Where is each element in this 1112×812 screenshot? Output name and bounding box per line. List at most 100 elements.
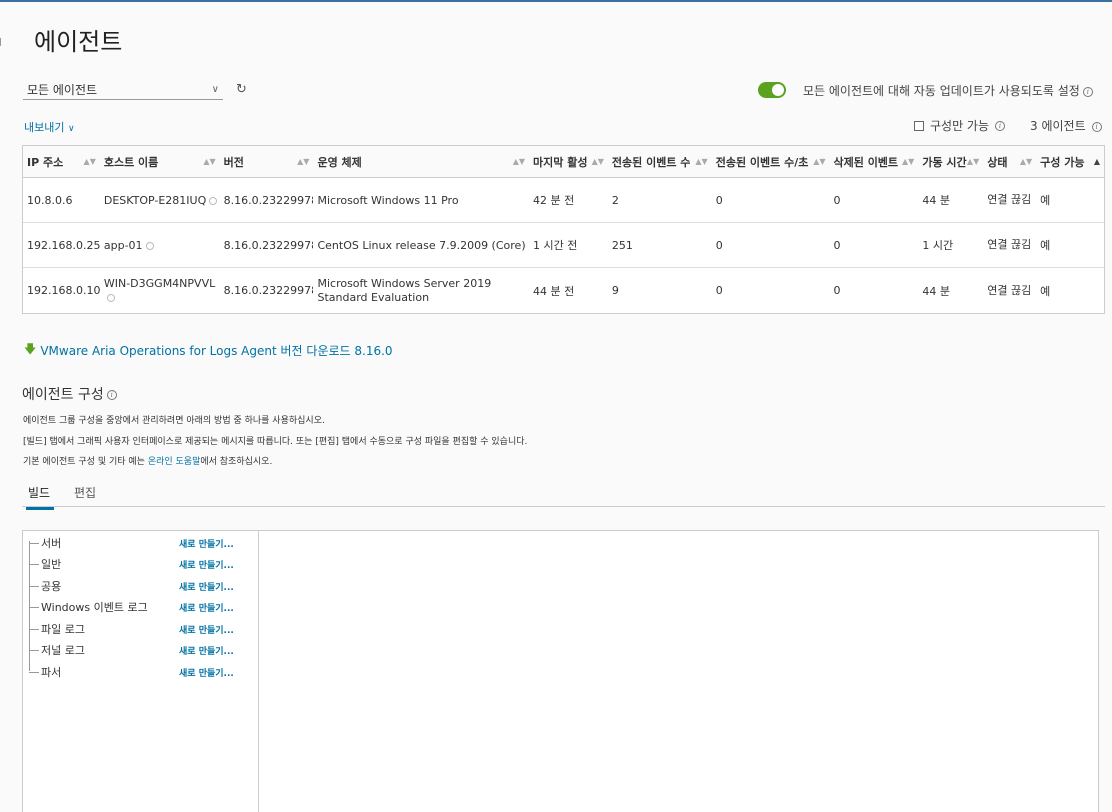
table-row[interactable]: 10.8.0.6 DESKTOP-E281IUQ 8.16.0.23229978… bbox=[23, 178, 1104, 223]
config-only-label: 구성만 가능 bbox=[930, 119, 990, 133]
left-edge-mark bbox=[0, 38, 1, 46]
info-circle-icon[interactable] bbox=[209, 196, 218, 205]
cell-status: 연결 끊김 bbox=[987, 193, 1032, 206]
new-server-button[interactable]: 새로 만들기... bbox=[179, 537, 234, 550]
tree-item-common[interactable]: 공용 새로 만들기... bbox=[29, 576, 257, 596]
cell-last-active: 1 시간 전 bbox=[533, 239, 578, 252]
sort-icon: ▲▼ bbox=[83, 157, 96, 166]
new-journal-log-button[interactable]: 새로 만들기... bbox=[179, 644, 234, 657]
column-header-ip[interactable]: IP 주소 ▲▼ bbox=[23, 146, 100, 177]
download-agent-link[interactable]: 🡇 VMware Aria Operations for Logs Agent … bbox=[24, 340, 393, 361]
table-row[interactable]: 192.168.0.109 WIN-D3GGM4NPVVL 8.16.0.232… bbox=[23, 268, 1104, 313]
new-parser-button[interactable]: 새로 만들기... bbox=[179, 666, 234, 679]
new-common-button[interactable]: 새로 만들기... bbox=[179, 580, 234, 593]
column-header-hostname[interactable]: 호스트 이름 ▲▼ bbox=[100, 146, 220, 177]
agent-config-desc-1: 에이전트 그룹 구성을 중앙에서 관리하려면 아래의 방법 중 하나를 사용하십… bbox=[23, 416, 325, 426]
refresh-icon[interactable]: ↻ bbox=[236, 82, 247, 97]
toggle-knob bbox=[772, 84, 784, 96]
column-header-last-active[interactable]: 마지막 활성 ▲▼ bbox=[529, 146, 608, 177]
cell-hostname: app-01 bbox=[100, 239, 220, 252]
new-windows-event-log-button[interactable]: 새로 만들기... bbox=[179, 601, 234, 614]
cell-status: 연결 끊김 bbox=[987, 283, 1032, 297]
tab-build[interactable]: 빌드 bbox=[26, 484, 55, 510]
cell-uptime: 44 분 bbox=[922, 194, 950, 207]
cell-ip: 192.168.0.25 bbox=[27, 238, 100, 252]
sort-icon: ▲▼ bbox=[512, 157, 526, 166]
tree-item-parser[interactable]: 파서 새로 만들기... bbox=[29, 662, 257, 682]
column-header-configurable[interactable]: 구성 가능 ▲ bbox=[1036, 146, 1104, 177]
agent-config-title: 에이전트 구성 i bbox=[22, 384, 117, 404]
column-header-dropped-events[interactable]: 삭제된 이벤트 ▲▼ bbox=[830, 146, 919, 177]
tree-item-general[interactable]: 일반 새로 만들기... bbox=[29, 554, 257, 574]
cell-uptime: 1 시간 bbox=[922, 239, 954, 252]
info-icon[interactable]: i bbox=[1082, 86, 1093, 97]
table-header: IP 주소 ▲▼ 호스트 이름 ▲▼ 버전 ▲▼ 운영 체제 ▲▼ 마지막 활성 ▲▼ 전… bbox=[23, 146, 1104, 178]
cell-last-active: 42 분 전 bbox=[533, 194, 575, 207]
config-tree-panel: 서버 새로 만들기... 일반 새로 만들기... 공용 새로 만들기... Wind… bbox=[22, 530, 259, 812]
sort-icon: ▲▼ bbox=[695, 157, 708, 166]
cell-ip: 10.8.0.6 bbox=[27, 193, 73, 207]
agent-filter-select[interactable]: 모든 에이전트 ∨ bbox=[23, 80, 223, 100]
auto-update-toggle[interactable] bbox=[758, 82, 786, 98]
sort-icon: ▲▼ bbox=[902, 157, 915, 166]
sort-icon: ▲▼ bbox=[966, 157, 980, 166]
cell-ip: 192.168.0.109 bbox=[27, 284, 100, 297]
online-help-link[interactable]: 온라인 도움말 bbox=[148, 457, 201, 467]
column-header-version[interactable]: 버전 ▲▼ bbox=[220, 146, 314, 177]
info-circle-icon[interactable] bbox=[145, 241, 154, 250]
info-icon[interactable]: i bbox=[995, 120, 1006, 131]
sort-icon: ▲▼ bbox=[1019, 157, 1033, 166]
agents-table: IP 주소 ▲▼ 호스트 이름 ▲▼ 버전 ▲▼ 운영 체제 ▲▼ 마지막 활성 ▲▼ 전… bbox=[22, 145, 1105, 314]
tree-item-file-log[interactable]: 파일 로그 새로 만들기... bbox=[29, 619, 257, 639]
config-only-checkbox[interactable] bbox=[914, 120, 924, 131]
config-tabs: 빌드 편집 bbox=[22, 482, 1105, 510]
new-general-button[interactable]: 새로 만들기... bbox=[179, 558, 234, 571]
cell-dropped-events: 0 bbox=[833, 193, 841, 207]
download-arrow-icon: 🡇 bbox=[24, 342, 37, 356]
agent-filter-value: 모든 에이전트 bbox=[27, 83, 98, 97]
tree-item-journal-log[interactable]: 저널 로그 새로 만들기... bbox=[29, 640, 257, 660]
sort-icon: ▲▼ bbox=[591, 157, 604, 166]
column-header-events-per-sec[interactable]: 전송된 이벤트 수/초 ▲▼ bbox=[712, 146, 830, 177]
sort-icon: ▲▼ bbox=[813, 157, 826, 166]
export-button[interactable]: 내보내기 ∨ bbox=[24, 119, 75, 135]
cell-dropped-events: 0 bbox=[833, 284, 841, 297]
cell-os: Microsoft Windows Server 2019 Standard E… bbox=[317, 276, 492, 304]
cell-events-per-sec: 0 bbox=[715, 193, 723, 207]
cell-events-sent: 9 bbox=[611, 284, 619, 297]
sort-asc-icon: ▲ bbox=[1093, 157, 1101, 166]
cell-last-active: 44 분 전 bbox=[533, 284, 575, 298]
cell-dropped-events: 0 bbox=[833, 238, 841, 252]
column-header-status[interactable]: 상태 ▲▼ bbox=[983, 146, 1036, 177]
cell-uptime: 44 분 bbox=[922, 284, 950, 298]
agent-config-desc-2: [빌드] 탭에서 그래픽 사용자 인터페이스로 제공되는 메시지를 따릅니다. … bbox=[23, 437, 528, 447]
table-row[interactable]: 192.168.0.25 app-01 8.16.0.23229978 Cent… bbox=[23, 223, 1104, 268]
sort-icon: ▲▼ bbox=[297, 157, 310, 166]
column-header-os[interactable]: 운영 체제 ▲▼ bbox=[313, 146, 529, 177]
cell-os: CentOS Linux release 7.9.2009 (Core) bbox=[317, 238, 526, 252]
cell-configurable: 예 bbox=[1040, 284, 1051, 298]
page-title: 에이전트 bbox=[34, 28, 123, 56]
cell-hostname: WIN-D3GGM4NPVVL bbox=[100, 277, 220, 305]
auto-update-label: 모든 에이전트에 대해 자동 업데이트가 사용되도록 설정 i bbox=[803, 82, 1093, 99]
cell-hostname: DESKTOP-E281IUQ bbox=[100, 194, 220, 207]
config-only-filter: 구성만 가능 i bbox=[914, 117, 1006, 134]
cell-version: 8.16.0.23229978 bbox=[223, 238, 314, 252]
info-icon[interactable]: i bbox=[106, 390, 117, 400]
tree-item-server[interactable]: 서버 새로 만들기... bbox=[29, 533, 257, 553]
cell-events-per-sec: 0 bbox=[715, 238, 723, 252]
cell-os: Microsoft Windows 11 Pro bbox=[317, 193, 459, 207]
sort-icon: ▲▼ bbox=[203, 157, 216, 166]
cell-configurable: 예 bbox=[1040, 239, 1051, 252]
cell-events-sent: 251 bbox=[611, 238, 633, 252]
tree-item-windows-event-log[interactable]: Windows 이벤트 로그 새로 만들기... bbox=[29, 597, 257, 617]
column-header-uptime[interactable]: 가동 시간 ▲▼ bbox=[918, 146, 983, 177]
cell-version: 8.16.0.23229978 bbox=[223, 284, 314, 297]
info-icon[interactable]: i bbox=[1091, 121, 1102, 132]
tab-edit[interactable]: 편집 bbox=[74, 484, 96, 507]
chevron-down-icon: ∨ bbox=[211, 84, 219, 95]
column-header-events-sent[interactable]: 전송된 이벤트 수 ▲▼ bbox=[608, 146, 712, 177]
info-circle-icon[interactable] bbox=[106, 293, 115, 302]
top-border bbox=[0, 0, 1112, 2]
new-file-log-button[interactable]: 새로 만들기... bbox=[179, 623, 234, 636]
